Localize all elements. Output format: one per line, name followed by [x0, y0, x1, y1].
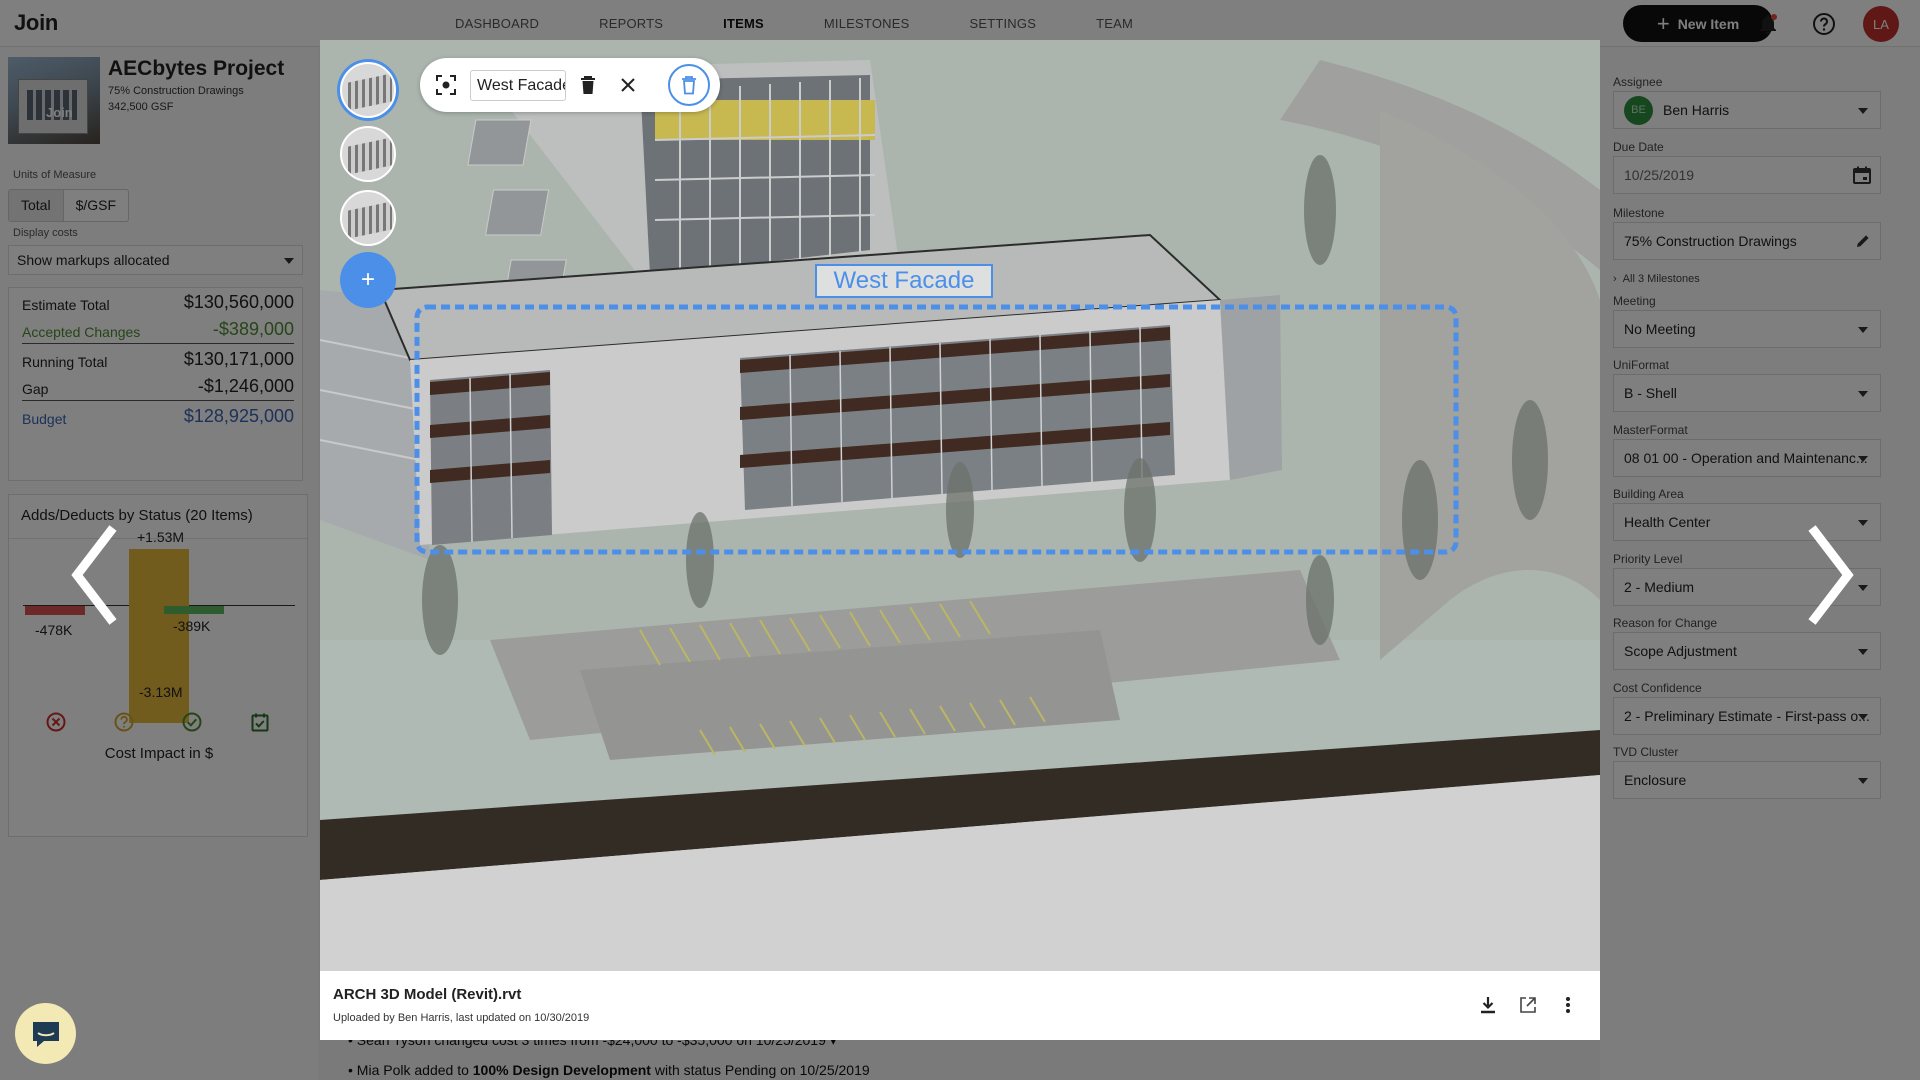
- delete-icon[interactable]: [576, 73, 600, 97]
- saved-view-thumbnail-1[interactable]: [340, 62, 396, 118]
- open-external-icon[interactable]: [1516, 993, 1540, 1017]
- 3d-viewport[interactable]: + West Facade West Facade: [320, 40, 1600, 971]
- saved-view-thumbnail-3[interactable]: [340, 190, 396, 246]
- more-options-icon[interactable]: [1556, 993, 1580, 1017]
- close-icon[interactable]: [616, 73, 640, 97]
- markup-label[interactable]: West Facade: [815, 264, 993, 298]
- saved-view-thumbnail-2[interactable]: [340, 126, 396, 182]
- model-viewer-modal: + West Facade West Facade ARCH 3D Model …: [320, 40, 1600, 1040]
- markup-name-input[interactable]: West Facade: [470, 70, 566, 101]
- delete-markup-button[interactable]: [668, 64, 710, 106]
- add-view-button[interactable]: +: [340, 252, 396, 308]
- file-meta: Uploaded by Ben Harris, last updated on …: [333, 1012, 590, 1024]
- plus-icon: +: [360, 266, 375, 293]
- previous-arrow-icon[interactable]: [65, 520, 125, 630]
- chat-icon: [32, 1021, 59, 1047]
- chat-widget-button[interactable]: [15, 1003, 76, 1064]
- markup-toolbar: West Facade: [420, 58, 720, 112]
- markup-cloud-outline[interactable]: [413, 303, 1460, 556]
- next-arrow-icon[interactable]: [1800, 520, 1860, 630]
- markup-name-value: West Facade: [477, 77, 566, 94]
- trash-outline-icon: [682, 75, 696, 94]
- file-name: ARCH 3D Model (Revit).rvt: [333, 986, 522, 1003]
- download-icon[interactable]: [1476, 993, 1500, 1017]
- viewer-footer: ARCH 3D Model (Revit).rvt Uploaded by Be…: [320, 971, 1600, 1040]
- focus-view-icon[interactable]: [434, 73, 458, 97]
